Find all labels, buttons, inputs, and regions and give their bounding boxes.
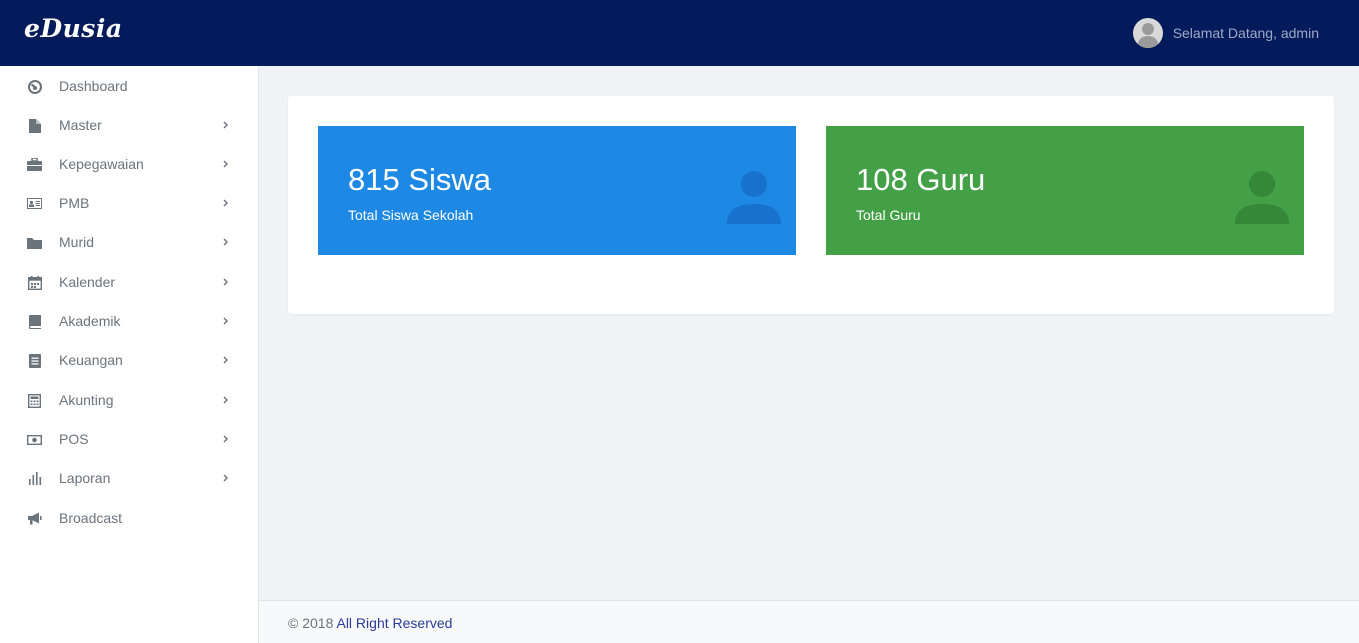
stat-label: Total Siswa Sekolah [348, 207, 474, 223]
megaphone-icon [27, 511, 42, 526]
stat-count: 815 Siswa [348, 162, 492, 197]
document-icon [27, 353, 42, 368]
sidebar-item-keuangan[interactable]: Keuangan [0, 341, 258, 379]
sidebar-item-label: Master [59, 117, 102, 133]
chevron-right-icon [223, 474, 228, 482]
sidebar-item-kepegawaian[interactable]: Kepegawaian [0, 145, 258, 183]
chevron-right-icon [223, 160, 228, 168]
sidebar-item-pmb[interactable]: PMB [0, 184, 258, 222]
sidebar-item-kalender[interactable]: Kalender [0, 263, 258, 301]
footer: © 2018 All Right Reserved [259, 600, 1359, 643]
user-icon [1235, 171, 1289, 224]
welcome-text[interactable]: Selamat Datang, admin [1173, 25, 1319, 41]
sidebar-item-master[interactable]: Master [0, 106, 258, 144]
chevron-right-icon [223, 435, 228, 443]
sidebar-item-pos[interactable]: POS [0, 420, 258, 458]
id-card-icon [27, 196, 42, 211]
chevron-right-icon [223, 356, 228, 364]
copyright-text: © 2018 [288, 615, 334, 631]
sidebar-item-dashboard[interactable]: Dashboard [0, 67, 258, 105]
sidebar-item-label: POS [59, 431, 89, 447]
brand-logo[interactable]: eDusia [24, 14, 123, 43]
footer-text: © 2018 All Right Reserved [288, 615, 452, 631]
chevron-right-icon [223, 121, 228, 129]
book-icon [27, 314, 42, 329]
chevron-right-icon [223, 278, 228, 286]
calendar-icon [27, 275, 42, 290]
stat-label: Total Guru [856, 207, 921, 223]
money-icon [27, 432, 42, 447]
calculator-icon [27, 393, 42, 408]
sidebar-item-laporan[interactable]: Laporan [0, 459, 258, 497]
user-menu[interactable]: Selamat Datang, admin [1132, 18, 1319, 48]
sidebar-item-akunting[interactable]: Akunting [0, 381, 258, 419]
sidebar: Dashboard Master Kepegawaian PMB Murid K… [0, 66, 259, 643]
chevron-right-icon [223, 396, 228, 404]
top-navbar: eDusia Selamat Datang, admin [0, 0, 1359, 66]
briefcase-icon [27, 157, 42, 172]
sidebar-item-murid[interactable]: Murid [0, 223, 258, 261]
sidebar-item-label: Broadcast [59, 510, 123, 526]
sidebar-item-label: PMB [59, 195, 90, 211]
bar-chart-icon [27, 471, 42, 486]
stat-count: 108 Guru [856, 162, 986, 197]
stat-card-teachers[interactable]: 108 Guru Total Guru [826, 126, 1304, 255]
sidebar-item-label: Kepegawaian [59, 156, 144, 172]
main-content: 815 Siswa Total Siswa Sekolah 108 Guru T… [259, 66, 1359, 600]
user-icon [727, 171, 781, 224]
dashboard-panel: 815 Siswa Total Siswa Sekolah 108 Guru T… [288, 96, 1334, 314]
sidebar-item-label: Laporan [59, 470, 111, 486]
dashboard-icon [27, 79, 42, 94]
user-avatar-icon[interactable] [1132, 18, 1163, 48]
sidebar-item-label: Kalender [59, 274, 116, 290]
sidebar-item-label: Keuangan [59, 352, 123, 368]
sidebar-item-broadcast[interactable]: Broadcast [0, 499, 258, 537]
folder-icon [27, 235, 42, 250]
footer-link[interactable]: All Right Reserved [336, 615, 452, 631]
sidebar-item-label: Akademik [59, 313, 121, 329]
file-icon [27, 118, 42, 133]
stat-card-students[interactable]: 815 Siswa Total Siswa Sekolah [318, 126, 796, 255]
chevron-right-icon [223, 238, 228, 246]
sidebar-item-label: Akunting [59, 392, 114, 408]
sidebar-item-akademik[interactable]: Akademik [0, 302, 258, 340]
chevron-right-icon [223, 317, 228, 325]
sidebar-item-label: Dashboard [59, 78, 128, 94]
sidebar-item-label: Murid [59, 234, 95, 250]
chevron-right-icon [223, 199, 228, 207]
